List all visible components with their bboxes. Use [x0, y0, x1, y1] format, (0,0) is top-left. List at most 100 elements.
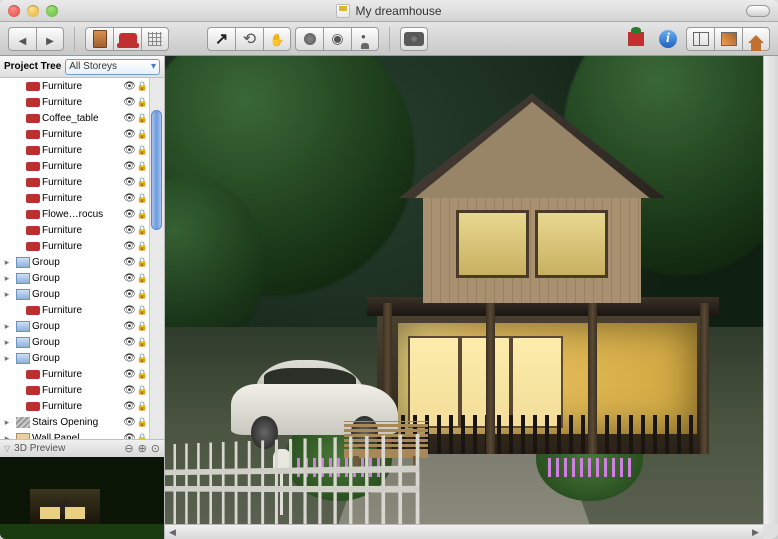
tree-row[interactable]: Furniture👁🔒 — [0, 190, 164, 206]
visibility-toggle[interactable]: 👁 — [123, 401, 136, 412]
tree-row[interactable]: Furniture👁🔒 — [0, 142, 164, 158]
visibility-toggle[interactable]: 👁 — [123, 81, 136, 92]
preview-thumbnail[interactable] — [0, 457, 164, 539]
viewport-scrollbar-vertical[interactable] — [763, 56, 778, 524]
disclosure-icon[interactable]: ▸ — [2, 289, 12, 300]
info-button[interactable]: i — [654, 27, 682, 51]
lock-toggle[interactable]: 🔒 — [137, 209, 148, 220]
snapshot-button[interactable] — [400, 27, 428, 51]
tree-row[interactable]: ▸Group👁🔒 — [0, 334, 164, 350]
lock-toggle[interactable]: 🔒 — [137, 145, 148, 156]
doors-library-button[interactable] — [85, 27, 113, 51]
lock-toggle[interactable]: 🔒 — [137, 289, 148, 300]
disclosure-icon[interactable]: ▽ — [4, 444, 10, 453]
lock-toggle[interactable]: 🔒 — [137, 161, 148, 172]
look-around-button[interactable] — [323, 27, 351, 51]
nav-forward-button[interactable] — [36, 27, 64, 51]
tree-row[interactable]: Coffee_table👁🔒 — [0, 110, 164, 126]
visibility-toggle[interactable]: 👁 — [123, 273, 136, 284]
lock-toggle[interactable]: 🔒 — [137, 305, 148, 316]
tree-row[interactable]: Furniture👁🔒 — [0, 238, 164, 254]
minimize-button[interactable] — [27, 5, 39, 17]
inspector-toggle-button[interactable] — [686, 27, 714, 51]
visibility-toggle[interactable]: 👁 — [123, 177, 136, 188]
visibility-toggle[interactable]: 👁 — [123, 289, 136, 300]
lock-toggle[interactable]: 🔒 — [137, 337, 148, 348]
storey-select[interactable]: All Storeys — [65, 59, 160, 75]
tree-row[interactable]: ▸Group👁🔒 — [0, 270, 164, 286]
scroll-right-button[interactable]: ▶ — [748, 527, 763, 538]
visibility-toggle[interactable]: 👁 — [123, 145, 136, 156]
lock-toggle[interactable]: 🔒 — [137, 417, 148, 428]
materials-inspector-button[interactable] — [714, 27, 742, 51]
tree-row[interactable]: ▸Stairs Opening👁🔒 — [0, 414, 164, 430]
lock-toggle[interactable]: 🔒 — [137, 193, 148, 204]
lock-toggle[interactable]: 🔒 — [137, 257, 148, 268]
visibility-toggle[interactable]: 👁 — [123, 209, 136, 220]
lock-toggle[interactable]: 🔒 — [137, 353, 148, 364]
visibility-toggle[interactable]: 👁 — [123, 161, 136, 172]
tree-row[interactable]: Furniture👁🔒 — [0, 158, 164, 174]
visibility-toggle[interactable]: 👁 — [123, 305, 136, 316]
disclosure-icon[interactable]: ▸ — [2, 353, 12, 364]
pan-tool-button[interactable] — [263, 27, 291, 51]
nav-back-button[interactable] — [8, 27, 36, 51]
tree-row[interactable]: Flowe…rocus👁🔒 — [0, 206, 164, 222]
tree-row[interactable]: Furniture👁🔒 — [0, 366, 164, 382]
materials-library-button[interactable] — [141, 27, 169, 51]
home-button[interactable] — [742, 27, 770, 51]
visibility-toggle[interactable]: 👁 — [123, 193, 136, 204]
zoom-in-button[interactable]: ⊕ — [138, 442, 147, 455]
lock-toggle[interactable]: 🔒 — [137, 113, 148, 124]
tree-scrollbar[interactable] — [149, 78, 164, 439]
tree-row[interactable]: Furniture👁🔒 — [0, 126, 164, 142]
lock-toggle[interactable]: 🔒 — [137, 273, 148, 284]
orbit-tool-button[interactable] — [235, 27, 263, 51]
visibility-toggle[interactable]: 👁 — [123, 385, 136, 396]
lock-toggle[interactable]: 🔒 — [137, 177, 148, 188]
visibility-toggle[interactable]: 👁 — [123, 433, 136, 440]
zoom-out-button[interactable]: ⊖ — [124, 442, 133, 455]
visibility-toggle[interactable]: 👁 — [123, 241, 136, 252]
visibility-toggle[interactable]: 👁 — [123, 369, 136, 380]
select-tool-button[interactable] — [207, 27, 235, 51]
lock-toggle[interactable]: 🔒 — [137, 241, 148, 252]
toolbar-toggle-button[interactable] — [746, 5, 770, 17]
lock-toggle[interactable]: 🔒 — [137, 385, 148, 396]
visibility-toggle[interactable]: 👁 — [123, 417, 136, 428]
disclosure-icon[interactable]: ▸ — [2, 273, 12, 284]
visibility-toggle[interactable]: 👁 — [123, 353, 136, 364]
visibility-toggle[interactable]: 👁 — [123, 321, 136, 332]
viewport-3d[interactable]: ◀ ▶ — [165, 56, 778, 539]
visibility-toggle[interactable]: 👁 — [123, 257, 136, 268]
disclosure-icon[interactable]: ▸ — [2, 321, 12, 332]
tree-row[interactable]: Furniture👁🔒 — [0, 382, 164, 398]
tree-row[interactable]: ▸Group👁🔒 — [0, 318, 164, 334]
disclosure-icon[interactable]: ▸ — [2, 417, 12, 428]
lock-toggle[interactable]: 🔒 — [137, 433, 148, 440]
scroll-left-button[interactable]: ◀ — [165, 527, 180, 538]
tree-row[interactable]: Furniture👁🔒 — [0, 174, 164, 190]
lock-toggle[interactable]: 🔒 — [137, 321, 148, 332]
tree-row[interactable]: ▸Group👁🔒 — [0, 286, 164, 302]
project-tree[interactable]: Furniture👁🔒Furniture👁🔒Coffee_table👁🔒Furn… — [0, 78, 164, 439]
tree-row[interactable]: Furniture👁🔒 — [0, 222, 164, 238]
disclosure-icon[interactable]: ▸ — [2, 257, 12, 268]
resize-corner[interactable] — [763, 524, 778, 539]
extras-button[interactable] — [622, 27, 650, 51]
lock-toggle[interactable]: 🔒 — [137, 81, 148, 92]
tree-row[interactable]: Furniture👁🔒 — [0, 94, 164, 110]
lock-toggle[interactable]: 🔒 — [137, 401, 148, 412]
tree-row[interactable]: Furniture👁🔒 — [0, 398, 164, 414]
tree-row[interactable]: ▸Group👁🔒 — [0, 350, 164, 366]
scrollbar-thumb[interactable] — [151, 110, 162, 230]
visibility-toggle[interactable]: 👁 — [123, 225, 136, 236]
lock-toggle[interactable]: 🔒 — [137, 97, 148, 108]
visibility-toggle[interactable]: 👁 — [123, 129, 136, 140]
tree-row[interactable]: ▸Wall Panel👁🔒 — [0, 430, 164, 439]
record-button[interactable] — [295, 27, 323, 51]
lock-toggle[interactable]: 🔒 — [137, 369, 148, 380]
lock-toggle[interactable]: 🔒 — [137, 129, 148, 140]
furniture-library-button[interactable] — [113, 27, 141, 51]
tree-row[interactable]: Furniture👁🔒 — [0, 302, 164, 318]
